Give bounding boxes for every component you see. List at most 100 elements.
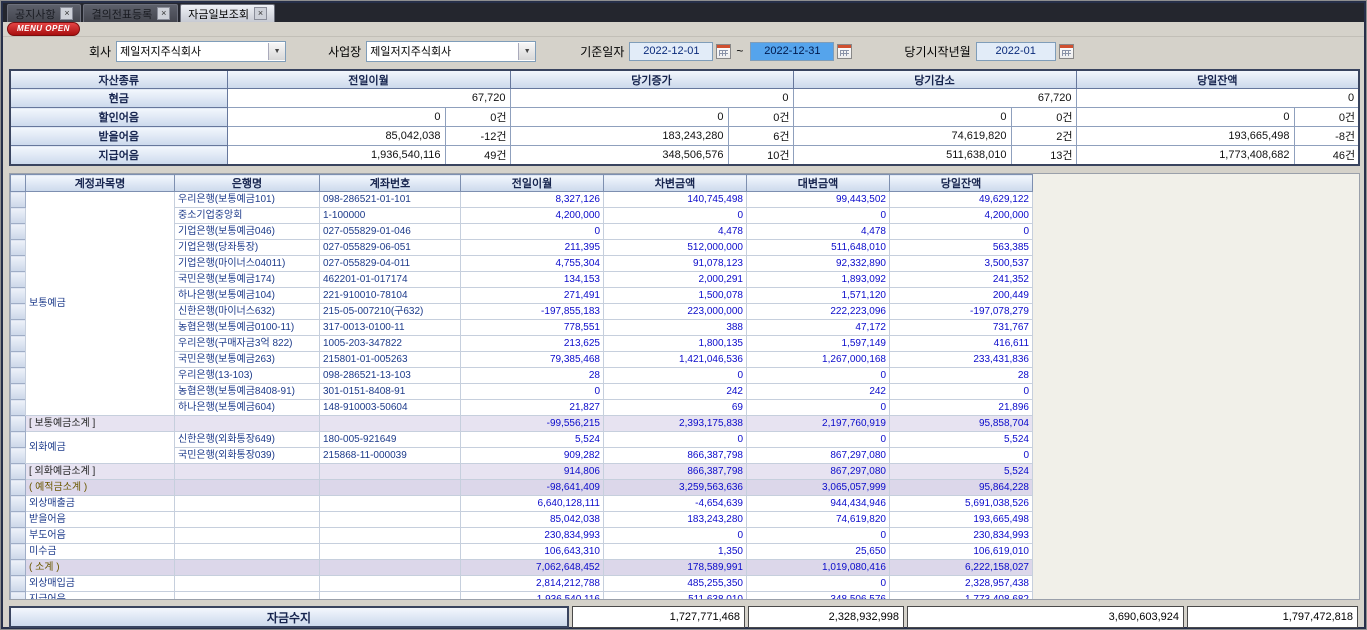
workplace-select[interactable]: 제일저지주식회사 ▼ xyxy=(366,41,536,62)
detail-header-debit: 차변금액 xyxy=(604,175,747,192)
detail-row[interactable]: 외화예금신한은행(외화통장649)180-005-9216495,524005,… xyxy=(11,432,1033,448)
detail-header-balance: 당일잔액 xyxy=(890,175,1033,192)
row-selector[interactable] xyxy=(11,288,26,304)
detail-row[interactable]: 지급어음1,936,540,116511,638,010348,506,5761… xyxy=(11,592,1033,601)
row-selector[interactable] xyxy=(11,448,26,464)
date-from-input[interactable]: 2022-12-01 xyxy=(629,42,713,61)
summary-count: 46건 xyxy=(1294,146,1359,166)
calendar-icon[interactable] xyxy=(716,44,731,59)
amount-cell: 7,062,648,452 xyxy=(461,560,604,576)
footer-value-balance: 1,797,472,818 xyxy=(1187,606,1358,628)
footer-value-debit: 2,328,932,998 xyxy=(748,606,904,628)
detail-row[interactable]: ( 소계 )7,062,648,452178,589,9911,019,080,… xyxy=(11,560,1033,576)
row-selector[interactable] xyxy=(11,384,26,400)
bank-name-cell: 농협은행(보통예금0100-11) xyxy=(175,320,320,336)
tab-close-icon[interactable]: × xyxy=(254,7,267,20)
row-selector[interactable] xyxy=(11,352,26,368)
bank-name-cell: 하나은행(보통예금604) xyxy=(175,400,320,416)
summary-row[interactable]: 지급어음1,936,540,11649건348,506,57610건511,63… xyxy=(10,146,1359,166)
tab-inactive[interactable]: 공지사항× xyxy=(7,4,81,22)
bank-name-cell: 농협은행(보통예금8408-91) xyxy=(175,384,320,400)
account-no-cell: 098-286521-01-101 xyxy=(320,192,461,208)
amount-cell: 134,153 xyxy=(461,272,604,288)
tab-active[interactable]: 자금일보조회× xyxy=(180,4,275,22)
row-selector[interactable] xyxy=(11,576,26,592)
summary-count: 0건 xyxy=(445,108,510,127)
detail-row[interactable]: 외상매입금2,814,212,788485,255,35002,328,957,… xyxy=(11,576,1033,592)
chevron-down-icon[interactable]: ▼ xyxy=(268,43,285,60)
row-selector[interactable] xyxy=(11,432,26,448)
row-selector[interactable] xyxy=(11,544,26,560)
tab-close-icon[interactable]: × xyxy=(157,7,170,20)
row-selector[interactable] xyxy=(11,224,26,240)
date-range-separator: ~ xyxy=(736,44,743,58)
calendar-icon[interactable] xyxy=(837,44,852,59)
tab-close-icon[interactable]: × xyxy=(60,7,73,20)
summary-count: 10건 xyxy=(728,146,793,166)
detail-row[interactable]: 외상매출금6,640,128,111-4,654,639944,434,9465… xyxy=(11,496,1033,512)
summary-count: 0건 xyxy=(1011,108,1076,127)
row-selector[interactable] xyxy=(11,592,26,601)
account-group-cell: 보통예금 xyxy=(26,192,175,416)
row-selector[interactable] xyxy=(11,192,26,208)
summary-row[interactable]: 할인어음00건00건00건00건 xyxy=(10,108,1359,127)
row-selector[interactable] xyxy=(11,464,26,480)
detail-row[interactable]: 받을어음85,042,038183,243,28074,619,820193,6… xyxy=(11,512,1033,528)
detail-table-body: 보통예금우리은행(보통예금101)098-286521-01-1018,327,… xyxy=(11,192,1033,601)
detail-row[interactable]: [ 보통예금소계 ]-99,556,2152,393,175,8382,197,… xyxy=(11,416,1033,432)
bank-name-cell xyxy=(175,464,320,480)
amount-cell: 5,524 xyxy=(890,464,1033,480)
amount-cell: 0 xyxy=(461,224,604,240)
amount-cell: 21,896 xyxy=(890,400,1033,416)
row-selector[interactable] xyxy=(11,208,26,224)
account-no-cell: 215801-01-005263 xyxy=(320,352,461,368)
detail-row[interactable]: ( 예적금소계 )-98,641,4093,259,563,6363,065,0… xyxy=(11,480,1033,496)
account-no-cell: 180-005-921649 xyxy=(320,432,461,448)
amount-cell: 91,078,123 xyxy=(604,256,747,272)
date-to-input[interactable]: 2022-12-31 xyxy=(750,42,834,61)
amount-cell: 106,643,310 xyxy=(461,544,604,560)
company-select[interactable]: 제일저지주식회사 ▼ xyxy=(116,41,286,62)
row-selector[interactable] xyxy=(11,256,26,272)
amount-cell: -4,654,639 xyxy=(604,496,747,512)
amount-cell: 3,259,563,636 xyxy=(604,480,747,496)
menu-strip: MENU OPEN xyxy=(3,22,1364,37)
row-selector[interactable] xyxy=(11,480,26,496)
summary-row[interactable]: 현금67,720067,7200 xyxy=(10,89,1359,108)
account-no-cell xyxy=(320,560,461,576)
amount-cell: 5,524 xyxy=(890,432,1033,448)
row-selector[interactable] xyxy=(11,496,26,512)
row-selector[interactable] xyxy=(11,528,26,544)
amount-cell: 28 xyxy=(461,368,604,384)
summary-row[interactable]: 받을어음85,042,038-12건183,243,2806건74,619,82… xyxy=(10,127,1359,146)
row-selector[interactable] xyxy=(11,240,26,256)
summary-count: -12건 xyxy=(445,127,510,146)
row-selector[interactable] xyxy=(11,368,26,384)
amount-cell: 4,478 xyxy=(604,224,747,240)
row-selector[interactable] xyxy=(11,336,26,352)
amount-cell: 388 xyxy=(604,320,747,336)
account-no-cell xyxy=(320,480,461,496)
detail-row[interactable]: [ 외화예금소계 ]914,806866,387,798867,297,0805… xyxy=(11,464,1033,480)
menu-open-button[interactable]: MENU OPEN xyxy=(7,22,80,36)
account-no-cell: 148-910003-50604 xyxy=(320,400,461,416)
period-start-input[interactable]: 2022-01 xyxy=(976,42,1056,61)
row-selector[interactable] xyxy=(11,560,26,576)
calendar-icon[interactable] xyxy=(1059,44,1074,59)
account-no-cell: 301-0151-8408-91 xyxy=(320,384,461,400)
row-selector[interactable] xyxy=(11,400,26,416)
amount-cell: 1,597,149 xyxy=(747,336,890,352)
row-selector[interactable] xyxy=(11,512,26,528)
row-selector[interactable] xyxy=(11,272,26,288)
account-name-cell: 외상매출금 xyxy=(26,496,175,512)
detail-row[interactable]: 미수금106,643,3101,35025,650106,619,010 xyxy=(11,544,1033,560)
chevron-down-icon[interactable]: ▼ xyxy=(518,43,535,60)
amount-cell: 230,834,993 xyxy=(890,528,1033,544)
row-selector[interactable] xyxy=(11,304,26,320)
row-selector[interactable] xyxy=(11,320,26,336)
detail-row[interactable]: 부도어음230,834,99300230,834,993 xyxy=(11,528,1033,544)
tab-inactive[interactable]: 결의전표등록× xyxy=(83,4,178,22)
detail-row[interactable]: 보통예금우리은행(보통예금101)098-286521-01-1018,327,… xyxy=(11,192,1033,208)
amount-cell: 92,332,890 xyxy=(747,256,890,272)
row-selector[interactable] xyxy=(11,416,26,432)
